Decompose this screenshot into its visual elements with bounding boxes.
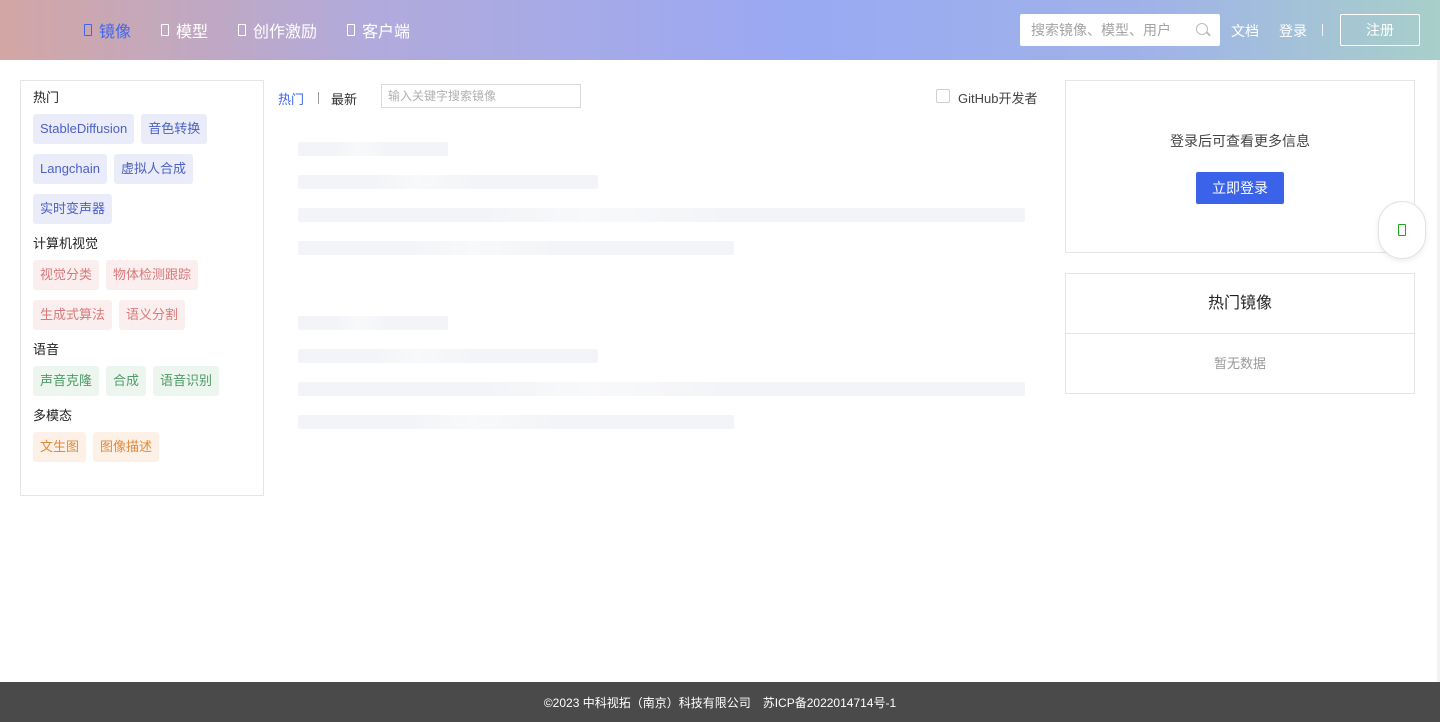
login-now-button[interactable]: 立即登录 [1196,172,1284,204]
hot-images-title: 热门镜像 [1066,274,1414,334]
nav-label: 创作激励 [253,24,318,41]
footer-copyright: ©2023 中科视拓（南京）科技有限公司 [543,695,751,710]
client-icon [347,24,356,36]
nav-item-models[interactable]: 模型 [161,18,208,42]
register-button[interactable]: 注册 [1340,14,1420,46]
nav-item-incentive[interactable]: 创作激励 [238,18,317,42]
category-tag[interactable]: 图像描述 [93,432,160,462]
category-tag[interactable]: 实时变声器 [33,194,113,224]
skeleton-line [298,142,448,156]
contact-icon [1398,224,1406,236]
nav-item-client[interactable]: 客户端 [347,18,410,42]
category-tag[interactable]: 语音识别 [153,366,220,396]
category-tag[interactable]: StableDiffusion [33,114,135,144]
tab-hot[interactable]: 热门 [278,89,304,108]
skeleton-line [298,316,448,330]
tab-divider [318,92,319,104]
search-icon[interactable] [1196,23,1208,35]
top-header: 镜像 模型 创作激励 客户端 文档 登录 注册 [0,0,1440,60]
skeleton-line [298,208,1025,222]
category-tag[interactable]: 合成 [106,366,147,396]
category-tag[interactable]: 文生图 [33,432,87,462]
global-search [1020,14,1220,46]
nav-label: 客户端 [362,24,411,41]
github-developer-label: GitHub开发者 [958,91,1038,106]
tab-latest[interactable]: 最新 [331,89,357,108]
global-search-input[interactable] [1020,15,1188,45]
category-tag[interactable]: 音色转换 [141,114,208,144]
login-link[interactable]: 登录 [1279,21,1307,41]
model-icon [161,24,170,36]
login-card: 登录后可查看更多信息 立即登录 [1065,80,1415,253]
category-tag[interactable]: Langchain [33,154,107,184]
docs-link[interactable]: 文档 [1231,21,1259,41]
category-tags: 声音克隆 合成 语音识别 [33,366,251,396]
category-tag[interactable]: 虚拟人合成 [114,154,194,184]
nav-label: 模型 [176,24,209,41]
floating-contact-button[interactable] [1378,201,1426,259]
category-tags: StableDiffusion 音色转换 Langchain 虚拟人合成 实时变声器 [33,114,251,224]
skeleton-line [298,415,734,429]
category-title: 语音 [33,342,60,357]
footer: ©2023 中科视拓（南京）科技有限公司 苏ICP备2022014714号-1 [0,682,1440,722]
category-tags: 文生图 图像描述 [33,432,251,462]
login-tip: 登录后可查看更多信息 [1170,133,1310,149]
category-tags: 视觉分类 物体检测跟踪生成式算法 语义分割 [33,260,251,330]
category-panel: 热门 StableDiffusion 音色转换 Langchain 虚拟人合成 实时变声器… [20,80,264,496]
footer-icp-link[interactable]: 苏ICP备2022014714号-1 [763,694,896,711]
category-title: 多模态 [33,408,73,423]
github-developer-checkbox[interactable] [936,89,950,103]
header-divider [1322,24,1323,36]
skeleton-line [298,175,598,189]
hot-images-empty: 暂无数据 [1213,356,1266,371]
category-tag[interactable]: 物体检测跟踪 [106,260,199,290]
category-title: 热门 [33,90,60,105]
nav-label: 镜像 [99,24,132,41]
image-icon [84,24,92,36]
category-tag[interactable]: 语义分割 [119,300,186,330]
skeleton-line [298,241,734,255]
incentive-icon [238,24,247,36]
image-keyword-input[interactable] [381,84,581,108]
main-nav: 镜像 模型 创作激励 客户端 [84,0,410,60]
category-tag[interactable]: 声音克隆 [33,366,100,396]
skeleton-line [298,382,1025,396]
nav-item-images[interactable]: 镜像 [84,18,131,42]
category-tag[interactable]: 视觉分类 [33,260,100,290]
hot-images-card: 热门镜像 暂无数据 [1065,273,1415,394]
skeleton-line [298,349,598,363]
category-tag[interactable]: 生成式算法 [33,300,113,330]
category-title: 计算机视觉 [33,236,99,251]
